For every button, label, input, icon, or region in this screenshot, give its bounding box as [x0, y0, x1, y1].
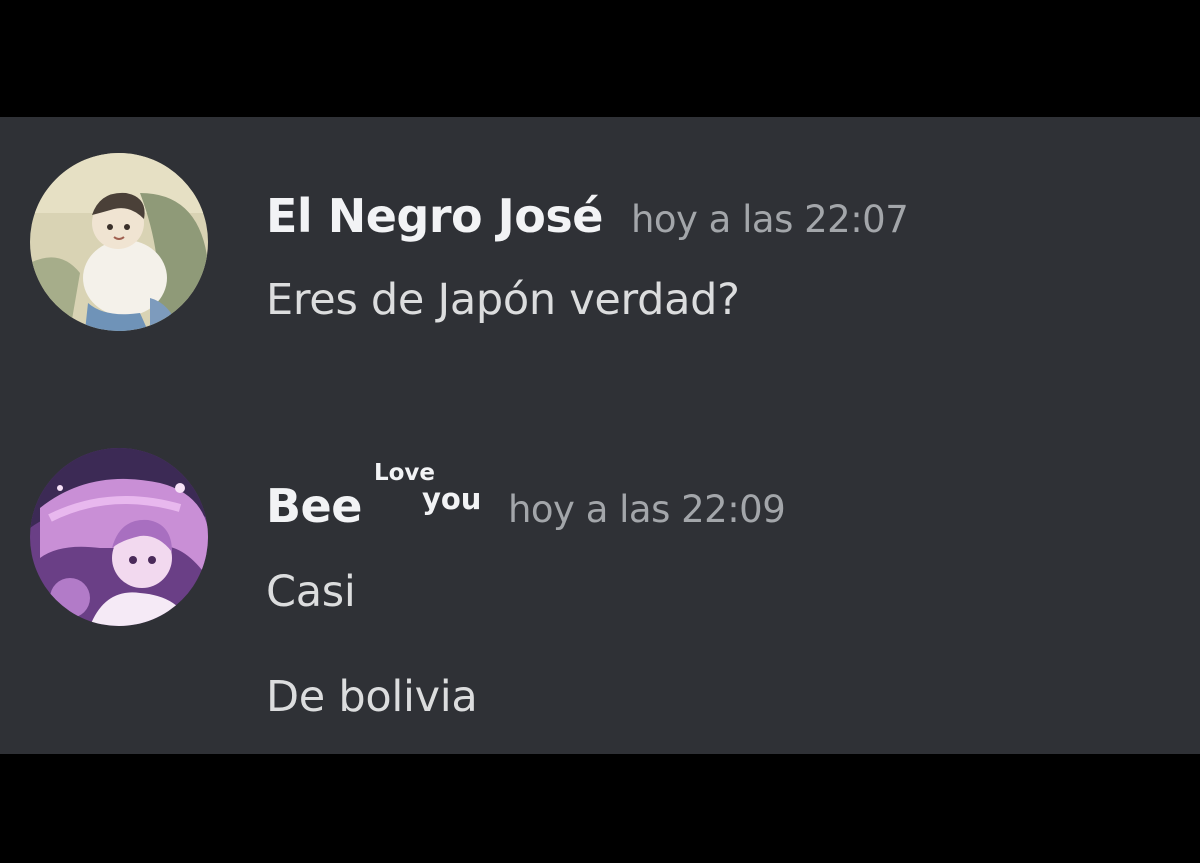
username[interactable]: El Negro José [266, 189, 603, 243]
chat-panel: El Negro José hoy a las 22:07 Eres de Jap… [0, 117, 1200, 754]
message-header: El Negro José hoy a las 22:07 [266, 189, 909, 249]
message-header: Bee Love you hoy a las 22:09 [266, 460, 786, 533]
message-text: Eres de Japón verdad? [266, 275, 740, 325]
timestamp: hoy a las 22:09 [507, 488, 786, 531]
cartoon-child-avatar-icon [30, 153, 208, 331]
user-avatar-icon[interactable] [30, 153, 208, 331]
username[interactable]: Bee [266, 479, 362, 533]
message-text: De bolivia [266, 672, 478, 722]
anime-girl-purple-avatar-icon [30, 448, 208, 626]
user-avatar-icon[interactable] [30, 448, 208, 626]
timestamp: hoy a las 22:07 [630, 198, 909, 241]
user-tag: Love you [374, 460, 486, 522]
user-tag-bottom: you [421, 482, 482, 516]
message-text: Casi [266, 567, 356, 617]
